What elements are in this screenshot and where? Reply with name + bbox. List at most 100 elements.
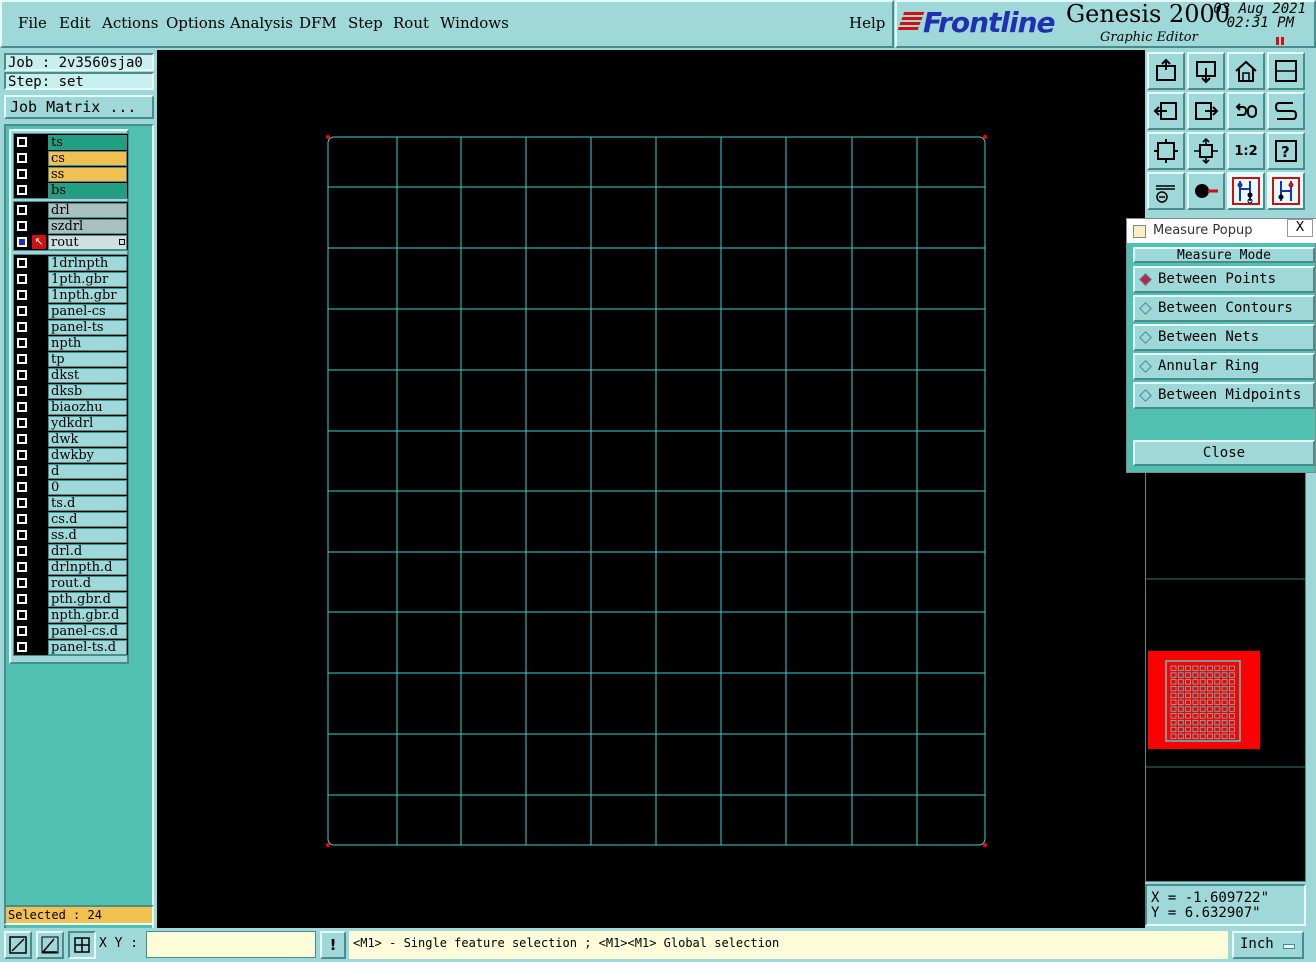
option-between-contours[interactable]: Between Contours [1133,295,1315,322]
layer-name[interactable]: biaozhu [48,399,127,415]
warning-button[interactable]: ! [320,931,346,959]
layer-name[interactable]: dwk [48,431,127,447]
layer-row[interactable]: 0 [14,479,128,495]
layer-checkbox[interactable] [17,370,27,380]
layer-name[interactable]: dksb [48,383,127,399]
menu-step[interactable]: Step [348,14,383,32]
unit-selector[interactable]: Inch [1232,931,1304,959]
layer-name[interactable]: cs.d [48,511,127,527]
net-tool-alt-icon[interactable] [1267,172,1305,210]
layer-checkbox[interactable] [17,386,27,396]
layer-checkbox[interactable] [17,274,27,284]
menu-analysis[interactable]: Analysis [230,14,293,32]
layer-checkbox[interactable] [17,466,27,476]
layer-name[interactable]: panel-ts [48,319,127,335]
layer-checkbox[interactable] [17,258,27,268]
layer-row[interactable]: cs.d [14,511,128,527]
angle-mode-icon[interactable] [36,931,64,959]
center-icon[interactable] [1187,132,1225,170]
layer-checkbox[interactable] [17,169,27,179]
layer-name[interactable]: dkst [48,367,127,383]
layer-checkbox[interactable] [17,578,27,588]
layer-name[interactable]: rout.d [48,575,127,591]
option-annular-ring[interactable]: Annular Ring [1133,353,1315,380]
layer-row[interactable]: npth.gbr.d [14,607,128,623]
layer-row[interactable]: biaozhu [14,399,128,415]
layer-row[interactable]: rout.d [14,575,128,591]
layer-name[interactable]: 0 [48,479,127,495]
layer-checkbox[interactable] [17,642,27,652]
layer-name[interactable]: tp [48,351,127,367]
layer-checkbox[interactable] [17,402,27,412]
layer-name[interactable]: ydkdrl [48,415,127,431]
layer-row[interactable]: panel-cs [14,303,128,319]
layer-checkbox[interactable] [17,530,27,540]
menu-dfm[interactable]: DFM [299,14,337,32]
layer-checkbox[interactable] [17,237,27,247]
menu-help[interactable]: Help [849,14,885,32]
layer-checkbox[interactable] [17,498,27,508]
layer-row[interactable]: rout ↖ [14,234,128,250]
option-between-nets[interactable]: Between Nets [1133,324,1315,351]
layer-checkbox[interactable] [17,626,27,636]
layer-row[interactable]: ss [14,166,128,182]
popup-close-x[interactable]: X [1287,219,1313,237]
layer-row[interactable]: 1npth.gbr [14,287,128,303]
layer-checkbox[interactable] [17,610,27,620]
layer-name[interactable]: 1npth.gbr [48,287,127,303]
layer-row[interactable]: pth.gbr.d [14,591,128,607]
option-between-points[interactable]: Between Points [1133,266,1315,293]
layer-checkbox[interactable] [17,482,27,492]
menu-windows[interactable]: Windows [440,14,509,32]
zoom-down-icon[interactable] [1187,52,1225,90]
layer-checkbox[interactable] [17,205,27,215]
layer-row[interactable]: 1drlnpth [14,255,128,271]
layer-row[interactable]: szdrl [14,218,128,234]
overview-map[interactable] [1145,470,1306,882]
layer-row[interactable]: dwk [14,431,128,447]
layer-name[interactable]: panel-cs.d [48,623,127,639]
scale-1-2-icon[interactable]: 1:2 [1227,132,1265,170]
layer-row[interactable]: panel-cs.d [14,623,128,639]
option-between-midpoints[interactable]: Between Midpoints [1133,382,1315,409]
help-icon[interactable]: ? [1267,132,1305,170]
layer-checkbox[interactable] [17,418,27,428]
layer-row[interactable]: drl.d [14,543,128,559]
layer-row[interactable]: 1pth.gbr [14,271,128,287]
layer-name[interactable]: szdrl [48,218,127,234]
fit-all-icon[interactable] [1147,132,1185,170]
layer-name[interactable]: ss [48,166,127,182]
layer-checkbox[interactable] [17,153,27,163]
layer-checkbox[interactable] [17,137,27,147]
layer-row[interactable]: drl [14,202,128,218]
menu-actions[interactable]: Actions [102,14,158,32]
layer-name[interactable]: drlnpth.d [48,559,127,575]
layer-name[interactable]: 1drlnpth [48,255,127,271]
layer-name[interactable]: rout [48,234,127,250]
graphic-canvas[interactable] [157,50,1145,930]
layer-checkbox[interactable] [17,434,27,444]
layer-checkbox[interactable] [17,322,27,332]
layer-row[interactable]: panel-ts.d [14,639,128,655]
layer-row[interactable]: ts [14,134,128,150]
layer-name[interactable]: drl [48,202,127,218]
job-matrix-button[interactable]: Job Matrix ... [4,95,154,119]
layer-name[interactable]: 1pth.gbr [48,271,127,287]
layer-checkbox[interactable] [17,562,27,572]
menu-edit[interactable]: Edit [59,14,90,32]
layer-name[interactable]: dwkby [48,447,127,463]
layer-checkbox[interactable] [17,221,27,231]
pan-right-icon[interactable] [1187,92,1225,130]
layer-checkbox[interactable] [17,306,27,316]
undo-zoom-icon[interactable] [1227,92,1265,130]
layer-checkbox[interactable] [17,594,27,604]
layer-checkbox[interactable] [17,546,27,556]
layer-row[interactable]: d [14,463,128,479]
layer-name[interactable]: d [48,463,127,479]
popup-close-button[interactable]: Close [1133,440,1315,466]
probe-tool-icon[interactable] [1187,172,1225,210]
layer-name[interactable]: drl.d [48,543,127,559]
layer-row[interactable]: drlnpth.d [14,559,128,575]
measure-tool-icon[interactable] [1147,172,1185,210]
home-icon[interactable] [1227,52,1265,90]
